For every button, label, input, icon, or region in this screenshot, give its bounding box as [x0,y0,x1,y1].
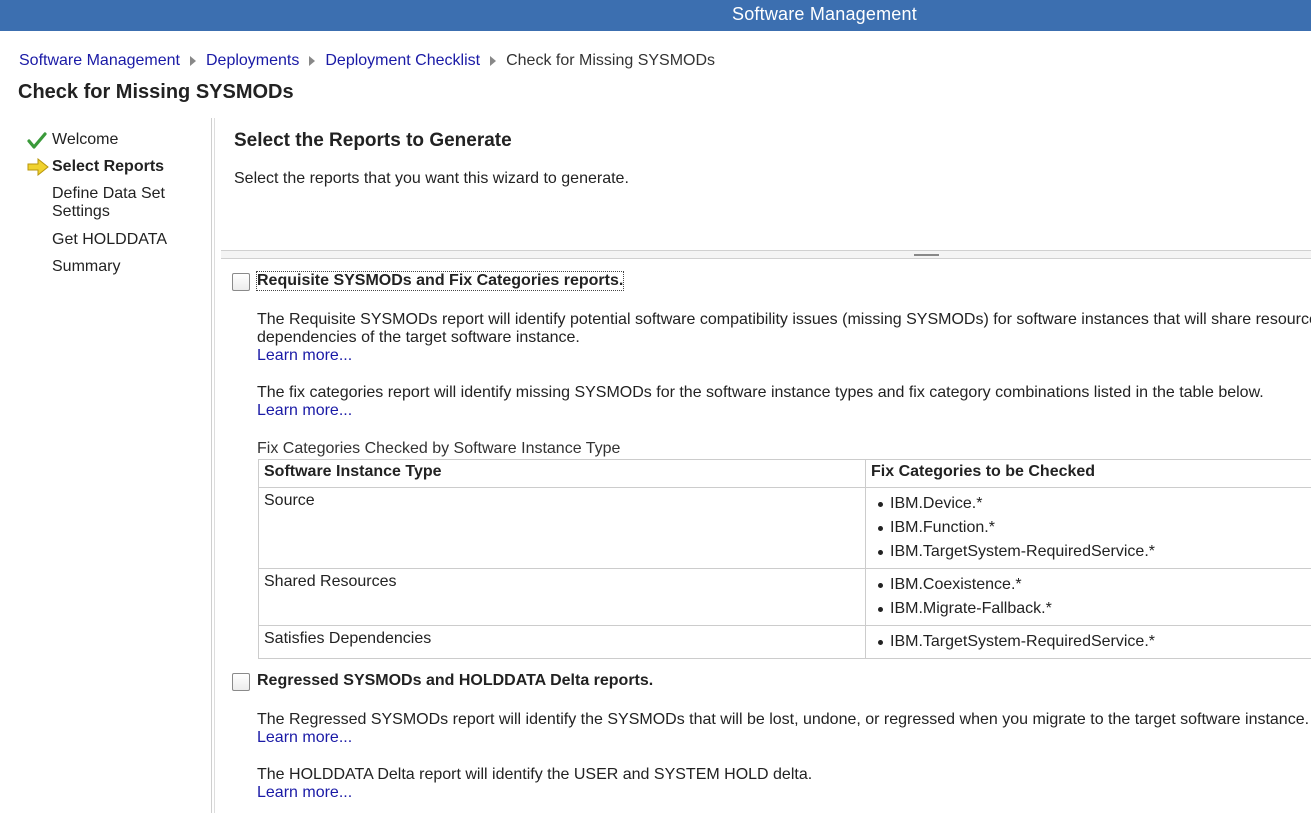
step-define-data-set-settings-label: Define Data Set Settings [52,185,165,220]
column-header-instance-type: Software Instance Type [258,459,866,488]
list-item: IBM.Device.* [871,492,1311,516]
breadcrumb: Software Management Deployments Deployme… [19,51,715,71]
step-summary[interactable]: Summary [52,258,120,276]
learn-more-link-holddata[interactable]: Learn more... [257,784,352,802]
app-header: Software Management [0,0,1311,31]
learn-more-link-requisite[interactable]: Learn more... [257,347,352,365]
fix-categories-cell: IBM.Coexistence.* IBM.Migrate-Fallback.* [865,568,1311,626]
page-title: Check for Missing SYSMODs [18,81,294,103]
requisite-reports-label[interactable]: Requisite SYSMODs and Fix Categories rep… [255,271,625,291]
table-row: Satisfies Dependencies IBM.TargetSystem-… [258,625,1311,659]
fix-table-caption: Fix Categories Checked by Software Insta… [257,440,621,457]
regressed-reports-label[interactable]: Regressed SYSMODs and HOLDDATA Delta rep… [257,672,653,690]
requisite-description-line2: dependencies of the target software inst… [257,329,580,346]
section-title: Select the Reports to Generate [234,130,512,151]
learn-more-link-fix-categories[interactable]: Learn more... [257,402,352,420]
fix-categories-description: The fix categories report will identify … [257,384,1264,401]
section-description: Select the reports that you want this wi… [234,170,629,187]
step-header: Select the Reports to Generate Select th… [221,118,1311,251]
step-define-data-set-settings[interactable]: Define Data Set Settings [52,185,192,221]
pane-splitter[interactable] [221,251,1311,259]
fix-categories-cell: IBM.Device.* IBM.Function.* IBM.TargetSy… [865,487,1311,569]
chevron-right-icon [490,56,497,66]
fix-categories-cell: IBM.TargetSystem-RequiredService.* [865,625,1311,659]
app-title: Software Management [732,4,917,24]
breadcrumb-deployments[interactable]: Deployments [206,52,299,70]
requisite-description-line1: The Requisite SYSMODs report will identi… [257,311,1311,328]
splitter-grip-icon[interactable] [914,254,939,256]
arrow-right-icon [27,157,49,177]
regressed-reports-checkbox[interactable] [232,673,250,691]
table-row: Source IBM.Device.* IBM.Function.* IBM.T… [258,487,1311,569]
step-select-reports[interactable]: Select Reports [52,158,164,176]
step-welcome[interactable]: Welcome [52,131,118,149]
sidebar-divider [214,118,215,813]
chevron-right-icon [309,56,316,66]
requisite-reports-checkbox[interactable] [232,273,250,291]
breadcrumb-deployment-checklist[interactable]: Deployment Checklist [325,52,480,70]
list-item: IBM.TargetSystem-RequiredService.* [871,540,1311,564]
instance-type-cell: Shared Resources [258,568,866,626]
table-row: Shared Resources IBM.Coexistence.* IBM.M… [258,568,1311,626]
instance-type-cell: Satisfies Dependencies [258,625,866,659]
chevron-right-icon [189,56,196,66]
check-icon [27,132,47,150]
fix-categories-table: Software Instance Type Fix Categories to… [258,459,1311,659]
wizard-steps: Welcome Select Reports Define Data Set S… [0,118,215,813]
list-item: IBM.Migrate-Fallback.* [871,597,1311,621]
breadcrumb-current: Check for Missing SYSMODs [506,52,716,69]
list-item: IBM.Coexistence.* [871,573,1311,597]
regressed-description: The Regressed SYSMODs report will identi… [257,711,1310,728]
column-header-fix-categories: Fix Categories to be Checked [865,459,1311,488]
list-item: IBM.TargetSystem-RequiredService.* [871,630,1311,654]
list-item: IBM.Function.* [871,516,1311,540]
step-get-holddata[interactable]: Get HOLDDATA [52,231,167,249]
breadcrumb-software-management[interactable]: Software Management [19,52,180,70]
learn-more-link-regressed[interactable]: Learn more... [257,729,352,747]
holddata-delta-description: The HOLDDATA Delta report will identify … [257,766,813,783]
table-header-row: Software Instance Type Fix Categories to… [258,459,1311,488]
instance-type-cell: Source [258,487,866,569]
